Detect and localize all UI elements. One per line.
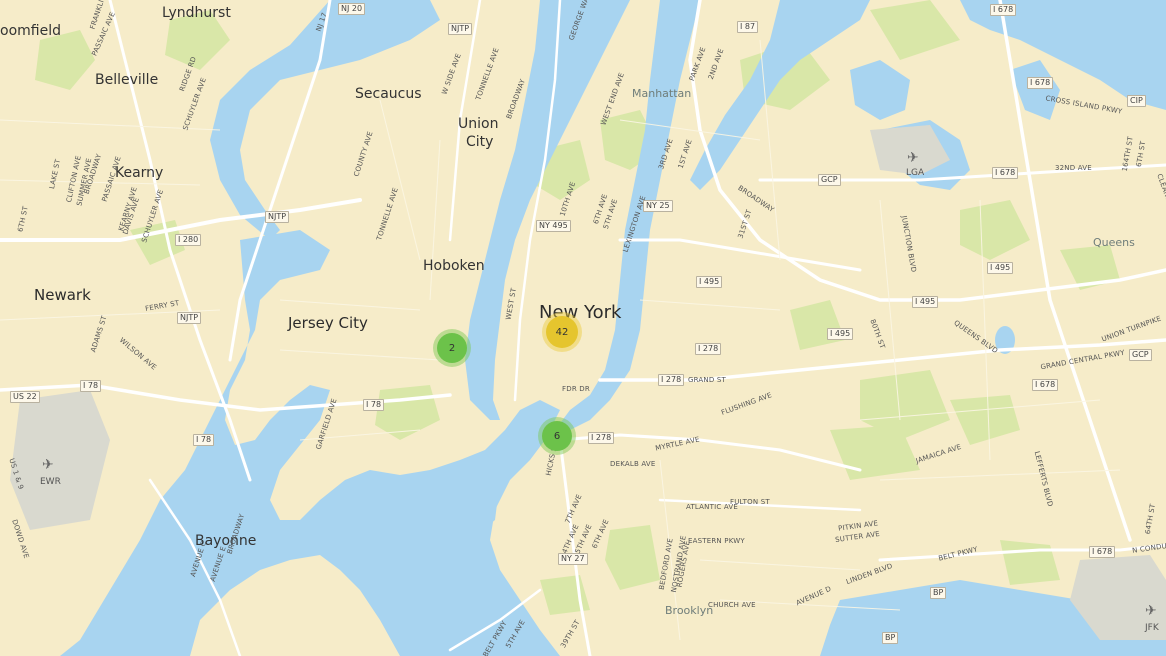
shield-i278-c: I 278	[588, 432, 615, 444]
airport-lga-label: LGA	[906, 168, 925, 178]
airport-ewr-icon: ✈	[42, 457, 54, 473]
shield-i495-d: I 495	[987, 262, 1014, 274]
shield-nj20: NJ 20	[338, 3, 366, 15]
shield-i495-a: I 495	[696, 276, 723, 288]
shield-i678-b: I 678	[1027, 77, 1054, 89]
shield-i278-b: I 278	[658, 374, 685, 386]
shield-ny495: NY 495	[536, 220, 571, 232]
shield-i678-c: I 678	[992, 167, 1019, 179]
airport-jfk-icon: ✈	[1145, 603, 1157, 619]
cluster-marker-jersey-city[interactable]: 2	[437, 333, 467, 363]
shield-cip: CIP	[1127, 95, 1146, 107]
shield-i495-b: I 495	[912, 296, 939, 308]
shield-i678-d: I 678	[1032, 379, 1059, 391]
airport-lga-icon: ✈	[907, 150, 919, 166]
shield-gcp-b: GCP	[1129, 349, 1152, 361]
cluster-marker-brooklyn-heights[interactable]: 6	[542, 421, 572, 451]
cluster-marker-midtown[interactable]: 42	[546, 316, 578, 348]
shield-gcp-a: GCP	[818, 174, 841, 186]
shield-i87: I 87	[737, 21, 759, 33]
shield-us22: US 22	[10, 391, 40, 403]
shield-i280: I 280	[175, 234, 202, 246]
shield-i78-c: I 78	[193, 434, 215, 446]
shield-bp-a: BP	[930, 587, 947, 599]
shield-bp-b: BP	[882, 632, 899, 644]
map-canvas[interactable]: oomfield Lyndhurst Belleville Secaucus U…	[0, 0, 1166, 656]
shield-i678-a: I 678	[990, 4, 1017, 16]
shield-i78-a: I 78	[80, 380, 102, 392]
shield-njtp-c: NJTP	[177, 312, 202, 324]
shield-i678-e: I 678	[1089, 546, 1116, 558]
shield-ny25: NY 25	[643, 200, 673, 212]
shield-i495-c: I 495	[827, 328, 854, 340]
airport-ewr-label: EWR	[40, 477, 61, 487]
shield-ny27: NY 27	[558, 553, 588, 565]
airport-jfk-label: JFK	[1145, 623, 1159, 633]
shield-njtp-a: NJTP	[448, 23, 473, 35]
shield-i78-b: I 78	[363, 399, 385, 411]
shield-njtp-b: NJTP	[265, 211, 290, 223]
shield-i278-a: I 278	[695, 343, 722, 355]
